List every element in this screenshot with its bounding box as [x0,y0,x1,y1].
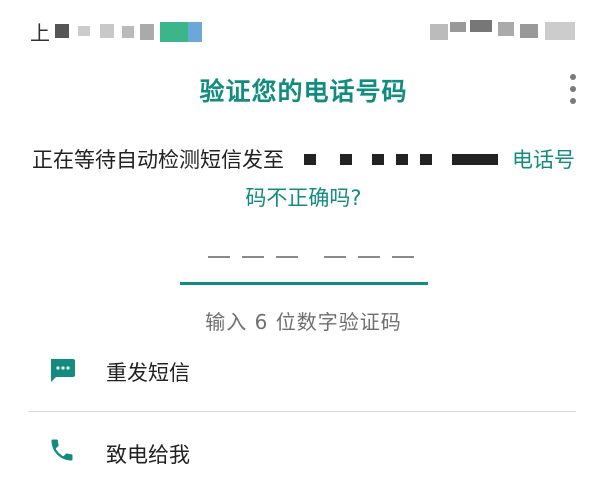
status-redacted-right [430,24,448,40]
waiting-sms-text: 正在等待自动检测短信发至 [32,148,284,172]
call-me-label: 致电给我 [106,443,190,467]
options-divider [28,411,576,412]
more-options-icon[interactable] [560,74,586,104]
wrong-number-link-cont[interactable]: 码不正确吗? [0,182,607,212]
resend-sms-label: 重发短信 [106,361,190,385]
status-app-icon [160,22,188,42]
call-me-button[interactable]: 致电给我 [0,422,607,482]
code-digit-slot [324,256,346,258]
code-digit-slot [358,256,380,258]
code-digit-slot [392,256,414,258]
code-digit-slot [242,256,264,258]
code-helper-text: 输入 6 位数字验证码 [205,310,402,334]
phone-icon [48,436,76,464]
message-icon [48,356,76,384]
status-redacted-left [55,24,69,38]
resend-sms-button[interactable]: 重发短信 [0,340,607,400]
verify-phone-screen: 上 验证您的电话号码 正在等待自动检测短信发至 电话号 码不正确吗? 输入 6 … [0,0,607,500]
status-bar: 上 [0,0,607,56]
status-time: 上 [30,21,50,45]
code-digit-slot [276,256,298,258]
code-input-underline [180,282,428,285]
code-input-field[interactable] [180,238,428,286]
wrong-number-link[interactable]: 电话号 [512,144,575,174]
redacted-phone-number [300,150,500,170]
code-digit-slot [208,256,230,258]
page-title: 验证您的电话号码 [199,77,408,106]
